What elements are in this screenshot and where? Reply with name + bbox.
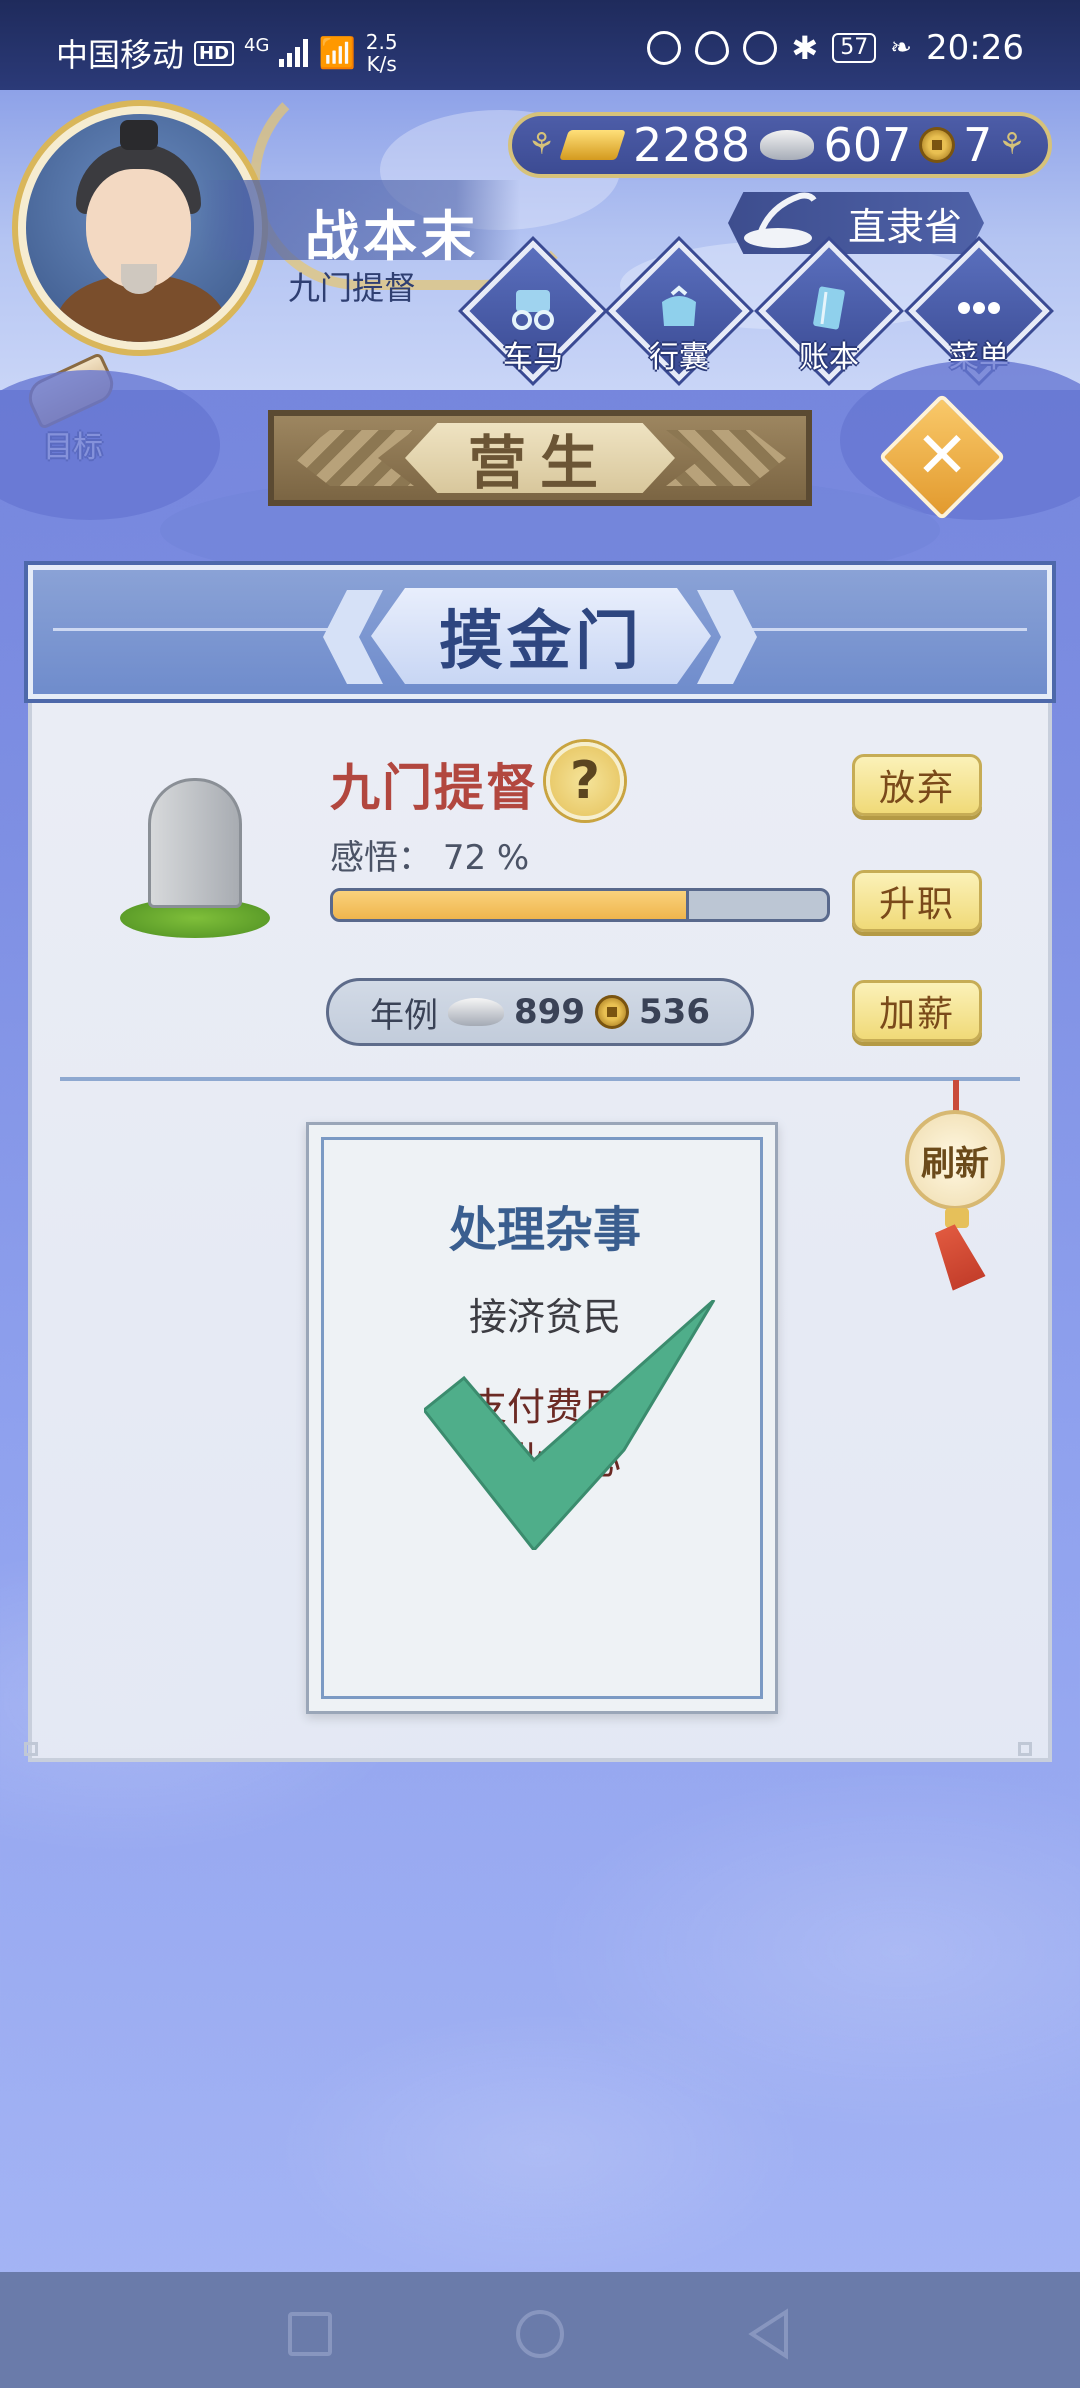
salary-label: 年例 bbox=[370, 995, 439, 1036]
battery-icon: 57 bbox=[832, 33, 877, 63]
salary-coins: 536 bbox=[639, 992, 710, 1032]
carriage-button[interactable]: 车马 bbox=[462, 240, 604, 382]
panel-title-bar: 摸金门 bbox=[28, 565, 1052, 699]
coin-amount: 7 bbox=[963, 118, 993, 172]
panel-title: 摸金门 bbox=[371, 588, 711, 684]
silver-amount: 607 bbox=[823, 118, 912, 172]
tassel-knot bbox=[945, 1208, 969, 1228]
status-bar: 中国移动 HD 4G 📶 2.5 K/s ✱ 57 ❧ 20:26 bbox=[0, 0, 1080, 90]
silver-ingot-icon bbox=[760, 130, 814, 160]
job-name: 九门提督 bbox=[330, 759, 538, 817]
avatar-beard bbox=[121, 264, 157, 294]
insight-value: 72 % bbox=[442, 838, 530, 878]
give-up-button[interactable]: 放弃 bbox=[852, 754, 982, 816]
alarm-icon bbox=[743, 31, 778, 65]
stone-shape bbox=[148, 778, 242, 908]
region-label: 直隶省 bbox=[847, 204, 962, 249]
net-speed-value: 2.5 bbox=[365, 30, 398, 54]
net-speed: 2.5 K/s bbox=[366, 31, 398, 75]
refresh-label: 刷新 bbox=[905, 1110, 1005, 1210]
title-line bbox=[727, 628, 1027, 631]
carriage-label: 车马 bbox=[503, 340, 563, 375]
promote-button[interactable]: 升职 bbox=[852, 870, 982, 932]
menu-button[interactable]: 菜单 bbox=[908, 240, 1050, 382]
insight-progress-bar bbox=[330, 888, 830, 922]
gold-ingot-icon bbox=[558, 130, 626, 160]
player-name: 战本末 bbox=[305, 205, 479, 268]
task-title: 处理杂事 bbox=[448, 1202, 641, 1258]
more-icon bbox=[958, 302, 1000, 314]
bamboo-icon: ⚘ bbox=[528, 127, 555, 162]
eye-icon bbox=[695, 31, 730, 65]
section-tab-label: 营生 bbox=[405, 423, 675, 493]
insight-label: 感悟： bbox=[330, 838, 432, 878]
title-line bbox=[53, 628, 353, 631]
section-tab: 营生 bbox=[268, 410, 812, 506]
task-card[interactable]: 处理杂事 接济贫民 支付费用 职业关心 bbox=[306, 1122, 778, 1714]
silver-ingot-icon bbox=[448, 998, 505, 1026]
ledger-icon bbox=[813, 286, 845, 330]
checkmark-icon bbox=[424, 1300, 716, 1550]
copper-coin-icon bbox=[595, 995, 629, 1029]
bag-button[interactable]: 行囊 bbox=[608, 240, 750, 382]
tab-chevron-right bbox=[666, 430, 786, 486]
hd-icon: HD bbox=[194, 40, 235, 66]
insight-text: 感悟： 72 % bbox=[330, 830, 529, 879]
status-right: ✱ 57 ❧ 20:26 bbox=[647, 28, 1024, 68]
bag-label: 行囊 bbox=[649, 340, 709, 375]
panel-corner bbox=[1018, 1742, 1032, 1756]
battery-level: 57 bbox=[840, 35, 869, 60]
section-divider bbox=[60, 1077, 1020, 1081]
player-title: 九门提督 bbox=[288, 269, 417, 307]
close-icon: ✕ bbox=[915, 419, 969, 493]
panel-corner bbox=[24, 1742, 38, 1756]
clock: 20:26 bbox=[926, 28, 1024, 68]
avatar-hat bbox=[120, 120, 158, 150]
annual-salary: 年例 899 536 bbox=[326, 978, 754, 1046]
currency-bar: ⚘ 2288 607 7 ⚘ bbox=[508, 112, 1052, 178]
recent-apps-icon[interactable] bbox=[288, 2312, 332, 2356]
wifi-icon: 📶 bbox=[318, 35, 356, 71]
back-icon[interactable] bbox=[746, 2308, 792, 2360]
signal-icon bbox=[279, 39, 309, 67]
raise-salary-button[interactable]: 加薪 bbox=[852, 980, 982, 1042]
ink-stone-icon bbox=[744, 192, 817, 248]
copper-coin-icon bbox=[919, 127, 956, 163]
help-button[interactable]: ? bbox=[546, 742, 624, 820]
insight-progress-fill bbox=[333, 891, 689, 919]
tab-chevron-left bbox=[294, 430, 414, 486]
refresh-button[interactable]: 刷新 bbox=[905, 1080, 1009, 1280]
home-icon[interactable] bbox=[516, 2310, 564, 2358]
task-card-frame: 处理杂事 接济贫民 支付费用 职业关心 bbox=[321, 1137, 763, 1699]
carrier-label: 中国移动 bbox=[56, 36, 185, 74]
leaf-icon: ❧ bbox=[890, 33, 913, 63]
tombstone-icon bbox=[120, 768, 270, 938]
salary-silver: 899 bbox=[514, 992, 585, 1032]
ledger-button[interactable]: 账本 bbox=[758, 240, 900, 382]
ledger-label: 账本 bbox=[799, 340, 859, 375]
carriage-icon bbox=[512, 290, 554, 330]
network-type: 4G bbox=[244, 34, 270, 56]
bag-icon bbox=[662, 285, 696, 326]
nfc-icon bbox=[647, 31, 682, 65]
status-left: 中国移动 HD 4G 📶 2.5 K/s bbox=[56, 30, 398, 76]
gold-amount: 2288 bbox=[633, 118, 751, 172]
bluetooth-icon: ✱ bbox=[791, 29, 819, 67]
bamboo-icon: ⚘ bbox=[998, 127, 1026, 162]
